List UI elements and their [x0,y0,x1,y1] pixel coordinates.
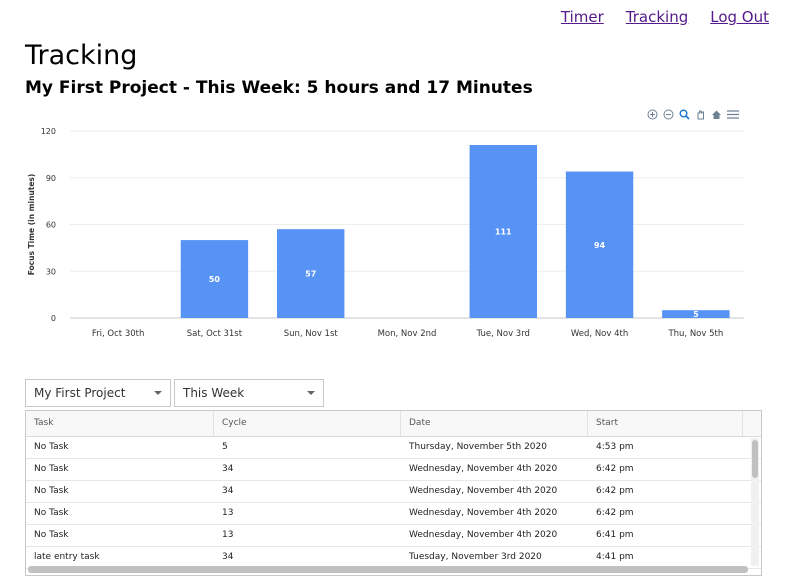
cell-start: 6:42 pm [596,508,634,518]
scrollbar-thumb[interactable] [752,440,758,478]
top-nav: Timer Tracking Log Out [539,8,769,26]
column-header-start[interactable]: Start [588,411,743,436]
cell-cycle: 34 [222,552,234,562]
cell-cycle: 13 [222,508,234,518]
project-select[interactable]: My First Project [25,379,171,407]
cell-cycle: 34 [222,486,234,496]
horizontal-scrollbar[interactable] [28,566,748,573]
focus-time-chart: 0 30 60 90 120 Focus Time (in minutes) Fri, Oc… [27,127,744,339]
table-row[interactable]: No Task 13 Wednesday, November 4th 2020 … [26,525,761,547]
table-row[interactable]: No Task 13 Wednesday, November 4th 2020 … [26,503,761,525]
table-row[interactable]: No Task 34 Wednesday, November 4th 2020 … [26,459,761,481]
cell-cycle: 34 [222,464,234,474]
x-tick-label: Mon, Nov 2nd [378,329,437,339]
chevron-down-icon [307,391,315,395]
cell-start: 6:42 pm [596,464,634,474]
table-row[interactable]: No Task 34 Wednesday, November 4th 2020 … [26,481,761,503]
cell-cycle: 13 [222,530,234,540]
cell-start: 6:42 pm [596,486,634,496]
cell-task: No Task [34,442,69,452]
cell-date: Wednesday, November 4th 2020 [409,486,558,496]
y-axis-label: Focus Time (in minutes) [27,174,36,276]
bar-data-label: 57 [305,270,316,279]
y-tick-label: 60 [46,221,56,230]
range-select-value: This Week [183,386,245,400]
cell-task: No Task [34,464,69,474]
page-subtitle: My First Project - This Week: 5 hours an… [25,78,533,98]
filters: My First Project This Week [25,379,324,407]
page-title: Tracking [25,40,138,71]
cell-date: Tuesday, November 3rd 2020 [409,552,542,562]
nav-tracking-link[interactable]: Tracking [626,8,688,26]
bar-data-label: 111 [495,228,512,237]
x-tick-label: Tue, Nov 3rd [476,329,530,339]
column-header-date[interactable]: Date [401,411,588,436]
cell-date: Wednesday, November 4th 2020 [409,464,558,474]
column-header-task[interactable]: Task [26,411,214,436]
x-tick-label: Sat, Oct 31st [187,329,243,339]
bar-data-label: 94 [594,241,606,250]
nav-logout-link[interactable]: Log Out [710,8,769,26]
nav-timer-link[interactable]: Timer [561,8,604,26]
sessions-table: Task Cycle Date Start No Task 5 Thursday… [25,410,762,576]
chevron-down-icon [154,391,162,395]
bar-data-label: 50 [209,275,221,284]
y-tick-label: 120 [41,127,56,136]
x-tick-label: Fri, Oct 30th [92,329,144,339]
cell-date: Wednesday, November 4th 2020 [409,530,558,540]
cell-cycle: 5 [222,442,228,452]
column-header-cycle[interactable]: Cycle [214,411,401,436]
table-row[interactable]: No Task 5 Thursday, November 5th 2020 4:… [26,437,761,459]
y-tick-label: 90 [46,174,56,183]
x-tick-label: Thu, Nov 5th [667,329,723,339]
x-tick-label: Wed, Nov 4th [571,329,628,339]
cell-task: No Task [34,530,69,540]
cell-start: 4:41 pm [596,552,634,562]
bar-data-label: 5 [693,310,699,319]
cell-task: No Task [34,508,69,518]
cell-task: late entry task [34,552,100,562]
cell-date: Wednesday, November 4th 2020 [409,508,558,518]
y-tick-label: 30 [46,267,56,276]
range-select[interactable]: This Week [174,379,324,407]
cell-start: 4:53 pm [596,442,634,452]
x-tick-label: Sun, Nov 1st [284,329,339,339]
y-tick-label: 0 [51,314,56,323]
project-select-value: My First Project [34,386,126,400]
cell-start: 6:41 pm [596,530,634,540]
vertical-scrollbar[interactable] [751,438,759,566]
table-header: Task Cycle Date Start [26,411,761,437]
cell-task: No Task [34,486,69,496]
cell-date: Thursday, November 5th 2020 [409,442,547,452]
